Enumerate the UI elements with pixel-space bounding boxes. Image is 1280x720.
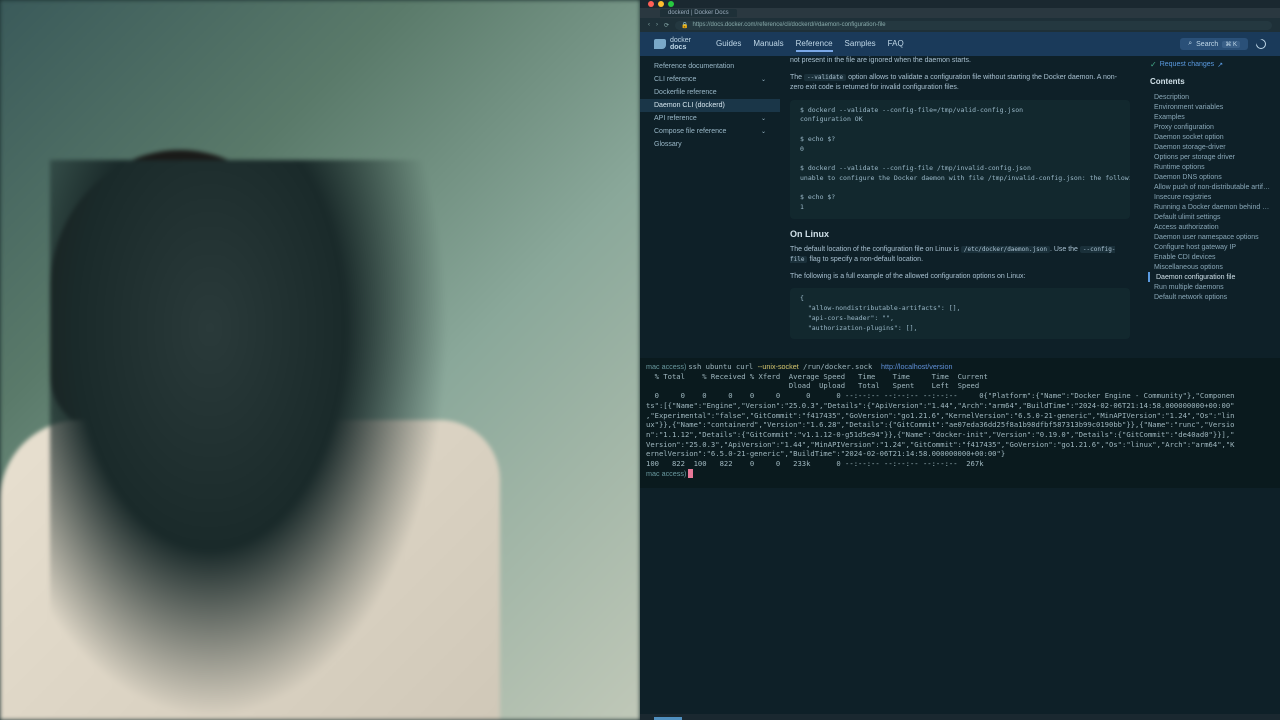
check-icon: ✓: [1150, 60, 1157, 69]
docs-body: Reference documentation CLI reference ⌄ Doc…: [640, 56, 1280, 358]
url-field[interactable]: 🔒 https://docs.docker.com/reference/cli/…: [675, 21, 1272, 30]
terminal-panel[interactable]: mac access) ssh ubuntu curl --unix-socke…: [640, 358, 1280, 488]
toc-item[interactable]: Configure host gateway IP: [1150, 242, 1270, 252]
toc-item[interactable]: Miscellaneous options: [1150, 262, 1270, 272]
url-text: https://docs.docker.com/reference/cli/do…: [693, 22, 886, 28]
lock-icon: 🔒: [681, 22, 688, 29]
sidebar-item[interactable]: API reference ⌄: [640, 112, 780, 125]
toc-item[interactable]: Environment variables: [1150, 102, 1270, 112]
toc-item[interactable]: Daemon user namespace options: [1150, 232, 1270, 242]
sidebar-item[interactable]: CLI reference ⌄: [640, 73, 780, 86]
photo-shadow: [50, 160, 450, 720]
toc-item[interactable]: Examples: [1150, 112, 1270, 122]
code-block: { "allow-nondistributable-artifacts": []…: [790, 288, 1130, 339]
paragraph: The default location of the configuratio…: [790, 245, 1130, 266]
inline-code: --validate: [804, 74, 846, 81]
main-nav: Guides Manuals Reference Samples FAQ: [716, 37, 904, 52]
sidebar-item-label: Compose file reference: [654, 128, 726, 135]
toc-title: Contents: [1150, 77, 1270, 86]
table-of-contents: ✓ Request changes ↗ Contents Description…: [1140, 56, 1280, 358]
main-content: not present in the file are ignored when…: [780, 56, 1140, 358]
toc-item[interactable]: Access authorization: [1150, 222, 1270, 232]
window-titlebar: [640, 0, 1280, 8]
toc-item[interactable]: Running a Docker daemon behind an HTTPS_…: [1150, 202, 1270, 212]
sidebar-item[interactable]: Reference documentation: [640, 60, 780, 73]
toc-item[interactable]: Allow push of non-distributable artifact…: [1150, 182, 1270, 192]
toc-item[interactable]: Default network options: [1150, 292, 1270, 302]
terminal-empty: [640, 488, 1280, 708]
toc-item[interactable]: Daemon socket option: [1150, 132, 1270, 142]
toc-item[interactable]: Daemon DNS options: [1150, 172, 1270, 182]
logo-text: docker docs: [670, 37, 691, 51]
search-label: Search: [1196, 41, 1218, 48]
code-block: $ dockerd --validate --config-file=/tmp/…: [790, 100, 1130, 219]
chevron-down-icon: ⌄: [761, 115, 766, 122]
nav-item-reference[interactable]: Reference: [796, 37, 833, 52]
toc-item[interactable]: Daemon configuration file: [1148, 272, 1270, 282]
maximize-icon[interactable]: [668, 1, 674, 7]
sidebar-item-label: Dockerfile reference: [654, 89, 717, 96]
sidebar-item[interactable]: Daemon CLI (dockerd): [640, 99, 780, 112]
close-icon[interactable]: [648, 1, 654, 7]
sidebar-item[interactable]: Compose file reference ⌄: [640, 125, 780, 138]
search-icon: ⌕: [1188, 40, 1192, 48]
logo[interactable]: docker docs: [654, 37, 708, 51]
docker-whale-icon: [654, 39, 666, 49]
background-photo: [0, 0, 640, 720]
paragraph: The --validate option allows to validate…: [790, 73, 1130, 94]
toc-item[interactable]: Proxy configuration: [1150, 122, 1270, 132]
chevron-down-icon: ⌄: [761, 128, 766, 135]
docs-sidebar: Reference documentation CLI reference ⌄ Doc…: [640, 56, 780, 358]
search-kbd: ⌘ K: [1222, 41, 1240, 48]
theme-toggle[interactable]: [1256, 39, 1266, 49]
nav-item-guides[interactable]: Guides: [716, 37, 741, 52]
toc-item[interactable]: Daemon storage-driver: [1150, 142, 1270, 152]
external-link-icon: ↗: [1217, 61, 1223, 69]
nav-item-manuals[interactable]: Manuals: [753, 37, 783, 52]
sidebar-item-label: CLI reference: [654, 76, 696, 83]
minimize-icon[interactable]: [658, 1, 664, 7]
sidebar-item-label: Daemon CLI (dockerd): [654, 102, 725, 109]
toc-item[interactable]: Runtime options: [1150, 162, 1270, 172]
nav-item-faq[interactable]: FAQ: [888, 37, 904, 52]
chevron-down-icon: ⌄: [761, 76, 766, 83]
search-button[interactable]: ⌕ Search ⌘ K: [1180, 38, 1248, 50]
toc-item[interactable]: Insecure registries: [1150, 192, 1270, 202]
taskbar: [640, 714, 1280, 720]
sidebar-item-label: Glossary: [654, 141, 682, 148]
toc-item[interactable]: Description: [1150, 92, 1270, 102]
browser-tab[interactable]: dockerd | Docker Docs: [660, 9, 737, 17]
sidebar-item-label: API reference: [654, 115, 697, 122]
toc-item[interactable]: Default ulimit settings: [1150, 212, 1270, 222]
toc-item[interactable]: Run multiple daemons: [1150, 282, 1270, 292]
site-header: docker docs Guides Manuals Reference Sample…: [640, 32, 1280, 56]
sidebar-item[interactable]: Dockerfile reference: [640, 86, 780, 99]
reload-icon[interactable]: ⟳: [664, 22, 669, 29]
inline-code: /etc/docker/daemon.json: [961, 246, 1050, 253]
back-icon[interactable]: ‹: [648, 22, 650, 28]
toc-item[interactable]: Options per storage driver: [1150, 152, 1270, 162]
request-changes-link[interactable]: ✓ Request changes ↗: [1150, 60, 1270, 69]
sidebar-item[interactable]: Glossary: [640, 138, 780, 151]
toc-item[interactable]: Enable CDI devices: [1150, 252, 1270, 262]
sidebar-item-label: Reference documentation: [654, 63, 734, 70]
paragraph: not present in the file are ignored when…: [790, 56, 1130, 67]
section-heading: On Linux: [790, 229, 1130, 239]
nav-item-samples[interactable]: Samples: [845, 37, 876, 52]
forward-icon[interactable]: ›: [656, 22, 658, 28]
browser-tab-bar: dockerd | Docker Docs: [640, 8, 1280, 18]
paragraph: The following is a full example of the a…: [790, 272, 1130, 283]
right-screen: dockerd | Docker Docs ‹ › ⟳ 🔒 https://do…: [640, 0, 1280, 720]
browser-toolbar: ‹ › ⟳ 🔒 https://docs.docker.com/referenc…: [640, 18, 1280, 32]
